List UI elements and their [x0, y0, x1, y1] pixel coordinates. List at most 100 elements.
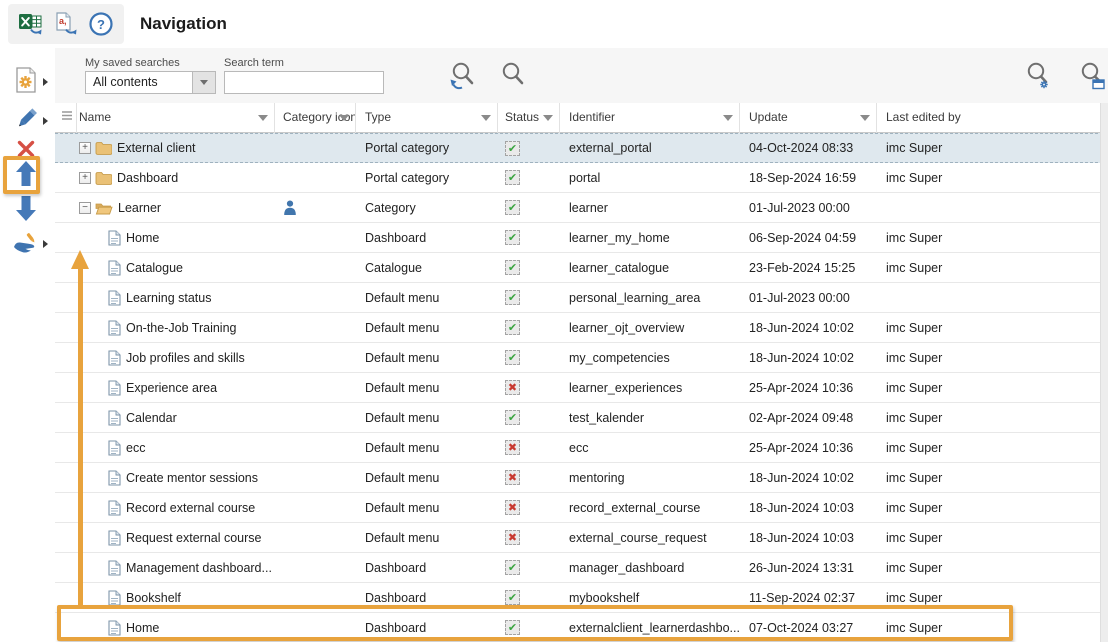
table-row[interactable]: Request external courseDefault menu✖exte…: [55, 523, 1108, 553]
row-name-label: ecc: [126, 441, 145, 455]
edit-button[interactable]: [11, 106, 41, 136]
new-search-submenu-arrow[interactable]: [43, 78, 48, 86]
export-document-icon[interactable]: a,: [51, 9, 81, 39]
status-cell: ✔: [498, 613, 560, 642]
dropdown-arrow-button[interactable]: [192, 72, 215, 93]
table-row[interactable]: CatalogueCatalogue✔learner_catalogue23-F…: [55, 253, 1108, 283]
row-handle-cell: [55, 283, 77, 312]
column-label: Last edited by: [886, 110, 961, 124]
filter-dropdown-icon[interactable]: [481, 115, 491, 121]
table-row[interactable]: Learning statusDefault menu✔personal_lea…: [55, 283, 1108, 313]
status-inactive-cross-icon: ✖: [505, 530, 520, 545]
table-row[interactable]: Create mentor sessionsDefault menu✖mento…: [55, 463, 1108, 493]
row-last-edited-by-label: imc Super: [886, 411, 942, 425]
filter-dropdown-icon[interactable]: [543, 115, 553, 121]
new-search-button[interactable]: [11, 67, 41, 97]
type-cell: Portal category: [356, 134, 498, 162]
table-row[interactable]: BookshelfDashboard✔mybookshelf11-Sep-202…: [55, 583, 1108, 613]
saved-searches-label: My saved searches: [85, 57, 180, 69]
last-edited-by-cell: imc Super: [877, 163, 1108, 192]
help-icon[interactable]: ?: [86, 9, 116, 39]
search-new-window-button[interactable]: [1077, 62, 1107, 94]
name-cell: Job profiles and skills: [77, 343, 275, 372]
export-excel-icon[interactable]: [16, 9, 46, 39]
name-cell: On-the-Job Training: [77, 313, 275, 342]
status-cell: ✔: [498, 313, 560, 342]
update-cell: 01-Jul-2023 00:00: [740, 193, 877, 222]
search-term-input[interactable]: [224, 71, 384, 94]
name-cell: ecc: [77, 433, 275, 462]
expand-plus-icon[interactable]: +: [79, 172, 91, 184]
row-name-label: External client: [117, 141, 196, 155]
column-header-name[interactable]: Name: [77, 103, 275, 133]
table-row[interactable]: HomeDashboard✔externalclient_learnerdash…: [55, 613, 1108, 642]
column-header-status[interactable]: Status: [498, 103, 560, 133]
column-header-category-icon[interactable]: Category icon: [275, 103, 356, 133]
table-row[interactable]: −LearnerCategory✔learner01-Jul-2023 00:0…: [55, 193, 1108, 223]
table-row[interactable]: Experience areaDefault menu✖learner_expe…: [55, 373, 1108, 403]
table-row[interactable]: CalendarDefault menu✔test_kalender02-Apr…: [55, 403, 1108, 433]
reset-search-button[interactable]: [447, 62, 477, 94]
column-header-update[interactable]: Update: [740, 103, 877, 133]
row-name-label: Catalogue: [126, 261, 183, 275]
row-last-edited-by-label: imc Super: [886, 591, 942, 605]
name-cell: Calendar: [77, 403, 275, 432]
table-row[interactable]: On-the-Job TrainingDefault menu✔learner_…: [55, 313, 1108, 343]
row-identifier-label: portal: [569, 171, 600, 185]
table-row[interactable]: HomeDashboard✔learner_my_home06-Sep-2024…: [55, 223, 1108, 253]
column-header-identifier[interactable]: Identifier: [560, 103, 740, 133]
last-edited-by-cell: imc Super: [877, 343, 1108, 372]
type-cell: Dashboard: [356, 613, 498, 642]
identifier-cell: learner_catalogue: [560, 253, 740, 282]
column-header-last-edited-by[interactable]: Last edited by: [877, 103, 1108, 133]
search-settings-button[interactable]: [1023, 62, 1053, 94]
name-cell: Catalogue: [77, 253, 275, 282]
row-update-label: 01-Jul-2023 00:00: [749, 201, 850, 215]
row-last-edited-by-label: imc Super: [886, 441, 942, 455]
status-inactive-cross-icon: ✖: [505, 470, 520, 485]
move-up-button[interactable]: [11, 161, 41, 191]
assign-submenu-arrow[interactable]: [43, 240, 48, 248]
table-row[interactable]: +External clientPortal category✔external…: [55, 133, 1108, 163]
status-cell: ✔: [498, 193, 560, 222]
table-row[interactable]: Job profiles and skillsDefault menu✔my_c…: [55, 343, 1108, 373]
column-label: Update: [749, 110, 788, 124]
grid-header-row: NameCategory icon Type StatusIdentifier Upd…: [55, 103, 1108, 133]
identifier-cell: learner_experiences: [560, 373, 740, 402]
filter-dropdown-icon[interactable]: [723, 115, 733, 121]
table-row[interactable]: eccDefault menu✖ecc25-Apr-2024 10:36imc …: [55, 433, 1108, 463]
last-edited-by-cell: imc Super: [877, 223, 1108, 252]
filter-dropdown-icon[interactable]: [339, 115, 349, 121]
vertical-scrollbar-track[interactable]: [1100, 103, 1108, 642]
column-header-type[interactable]: Type: [356, 103, 498, 133]
column-label: Type: [365, 110, 391, 124]
move-down-button[interactable]: [11, 196, 41, 226]
saved-searches-dropdown[interactable]: All contents: [85, 71, 216, 94]
status-active-check-icon: ✔: [505, 200, 520, 215]
status-cell: ✖: [498, 523, 560, 552]
collapse-minus-icon[interactable]: −: [79, 202, 91, 214]
update-cell: 02-Apr-2024 09:48: [740, 403, 877, 432]
row-handle-cell: [55, 193, 77, 222]
assign-button[interactable]: [11, 231, 41, 261]
status-cell: ✖: [498, 463, 560, 492]
type-cell: Default menu: [356, 403, 498, 432]
search-button[interactable]: [497, 62, 527, 94]
table-row[interactable]: Record external courseDefault menu✖recor…: [55, 493, 1108, 523]
column-header-handle[interactable]: [55, 103, 77, 133]
last-edited-by-cell: imc Super: [877, 613, 1108, 642]
update-cell: 11-Sep-2024 02:37: [740, 583, 877, 612]
filter-dropdown-icon[interactable]: [258, 115, 268, 121]
row-last-edited-by-label: imc Super: [886, 471, 942, 485]
page-icon: [108, 350, 121, 366]
edit-submenu-arrow[interactable]: [43, 117, 48, 125]
filter-dropdown-icon[interactable]: [860, 115, 870, 121]
magnifier-icon: [498, 61, 526, 96]
expand-plus-icon[interactable]: +: [79, 142, 91, 154]
update-cell: 01-Jul-2023 00:00: [740, 283, 877, 312]
identifier-cell: manager_dashboard: [560, 553, 740, 582]
last-edited-by-cell: imc Super: [877, 403, 1108, 432]
table-row[interactable]: +DashboardPortal category✔portal18-Sep-2…: [55, 163, 1108, 193]
name-cell: Request external course: [77, 523, 275, 552]
table-row[interactable]: Management dashboard...Dashboard✔manager…: [55, 553, 1108, 583]
